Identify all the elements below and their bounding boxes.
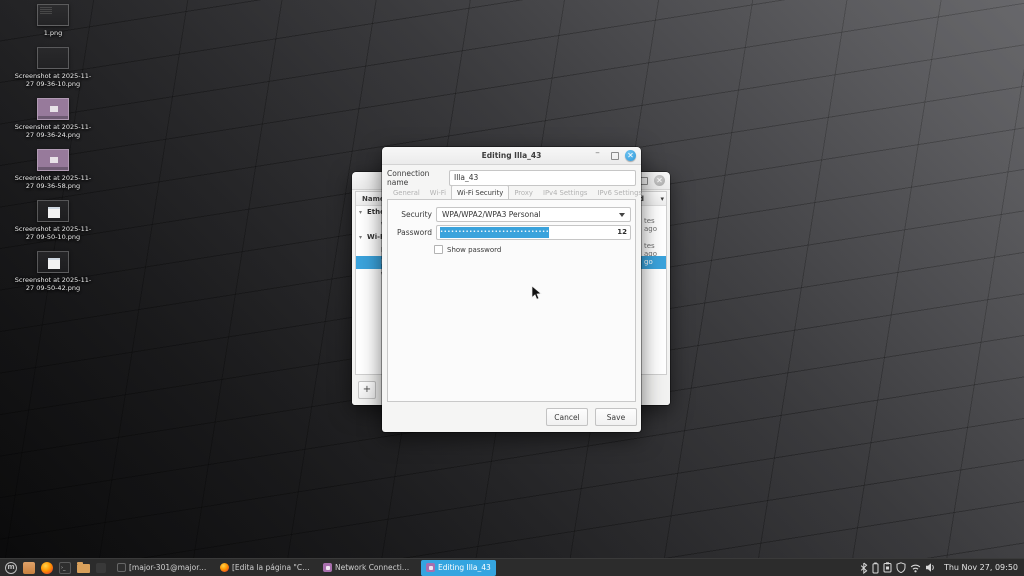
desktop-icons: 1.png Screenshot at 2025-11-27 09-36-10.p… <box>12 4 94 302</box>
show-password-checkbox[interactable] <box>434 245 443 254</box>
show-password-label: Show password <box>447 246 501 254</box>
key-icon[interactable]: 12 <box>617 228 627 236</box>
battery-icon[interactable] <box>872 562 879 574</box>
window-list: [major-301@major-... [Edita la página "Co… <box>109 560 496 576</box>
files-icon[interactable] <box>77 564 90 573</box>
shield-icon[interactable] <box>896 562 906 573</box>
file-thumbnail-icon <box>37 149 69 171</box>
file-thumbnail-icon <box>37 200 69 222</box>
desktop-icon[interactable]: 1.png <box>12 4 94 37</box>
wifi-security-panel: Security WPA/WPA2/WPA3 Personal Password… <box>387 199 636 402</box>
taskbar-window-button[interactable]: Editing Illa_43 <box>421 560 496 576</box>
desktop-icon[interactable]: Screenshot at 2025-11-27 09-36-24.png <box>12 98 94 139</box>
file-thumbnail-icon <box>37 251 69 273</box>
orange-app-icon[interactable] <box>23 562 35 574</box>
taskbar-window-button[interactable]: [major-301@major-... <box>112 560 212 576</box>
desktop-icon-label: Screenshot at 2025-11-27 09-36-58.png <box>14 174 92 190</box>
tab-ipv6-settings[interactable]: IPv6 Settings <box>592 186 647 199</box>
clock[interactable]: Thu Nov 27, 09:50 <box>944 563 1018 572</box>
package-icon[interactable] <box>883 562 892 573</box>
volume-icon[interactable] <box>925 562 936 573</box>
connection-name-label: Connection name <box>387 169 449 187</box>
taskbar-window-button[interactable]: [Edita la página "Co... <box>215 560 315 576</box>
connection-name-input[interactable] <box>449 170 636 186</box>
sort-arrow-icon: ▾ <box>660 195 664 205</box>
tab-proxy[interactable]: Proxy <box>509 186 538 199</box>
desktop-icon[interactable]: Screenshot at 2025-11-27 09-50-42.png <box>12 251 94 292</box>
network-icon <box>426 563 435 572</box>
close-icon[interactable]: ✕ <box>654 175 665 186</box>
terminal-icon <box>117 563 126 572</box>
password-input[interactable]: •••••••••••••••••••••••••••••• 12 <box>436 225 631 240</box>
file-thumbnail-icon <box>37 47 69 69</box>
expander-triangle-icon[interactable]: ▾ <box>359 209 367 216</box>
security-dropdown[interactable]: WPA/WPA2/WPA3 Personal <box>436 207 631 222</box>
desktop-icon-label: Screenshot at 2025-11-27 09-50-10.png <box>14 225 92 241</box>
security-label: Security <box>388 210 432 219</box>
desktop-icon-label: Screenshot at 2025-11-27 09-36-24.png <box>14 123 92 139</box>
tab-wi-fi[interactable]: Wi-Fi <box>425 186 451 199</box>
file-thumbnail-icon <box>37 98 69 120</box>
file-thumbnail-icon <box>37 4 69 26</box>
connection-row-last-used: go <box>644 258 653 266</box>
cancel-button[interactable]: Cancel <box>546 408 588 426</box>
desktop: { "desktop": { "icons": [ { "label": "1.… <box>0 0 1024 576</box>
taskbar-window-label: [major-301@major-... <box>129 563 207 572</box>
desktop-icon[interactable]: Screenshot at 2025-11-27 09-50-10.png <box>12 200 94 241</box>
password-label: Password <box>388 228 432 237</box>
save-button[interactable]: Save <box>595 408 637 426</box>
system-tray <box>860 562 936 574</box>
password-row: Password •••••••••••••••••••••••••••••• … <box>388 225 635 240</box>
close-icon[interactable]: ✕ <box>625 150 636 161</box>
terminal-icon[interactable]: ›_ <box>59 562 71 574</box>
expander-triangle-icon[interactable]: ▾ <box>359 234 367 241</box>
taskbar-window-label: [Edita la página "Co... <box>232 563 310 572</box>
desktop-icon-label: Screenshot at 2025-11-27 09-36-10.png <box>14 72 92 88</box>
desktop-icon-label: Screenshot at 2025-11-27 09-50-42.png <box>14 276 92 292</box>
taskbar-window-button[interactable]: Network Connections <box>318 560 418 576</box>
bluetooth-icon[interactable] <box>860 562 868 574</box>
connection-name-row: Connection name <box>387 169 636 186</box>
chevron-down-icon <box>619 213 625 217</box>
taskbar-window-label: Editing Illa_43 <box>438 563 491 572</box>
desktop-icon[interactable]: Screenshot at 2025-11-27 09-36-58.png <box>12 149 94 190</box>
desktop-icon-label: 1.png <box>44 29 63 37</box>
faded-app-icon[interactable] <box>96 563 106 573</box>
mouse-cursor <box>531 286 542 305</box>
add-connection-button[interactable]: + <box>358 381 376 399</box>
tab-ipv4-settings[interactable]: IPv4 Settings <box>538 186 593 199</box>
show-password-row: Show password <box>434 245 501 254</box>
firefox-icon <box>220 563 229 572</box>
taskbar: m ›_ [major-301@major-... [Edita la págin… <box>0 558 1024 576</box>
wifi-icon[interactable] <box>910 563 921 573</box>
tab-general[interactable]: General <box>388 186 425 199</box>
editing-dialog: Editing Illa_43 – ✕ Connection name Gene… <box>382 147 641 432</box>
security-dropdown-value: WPA/WPA2/WPA3 Personal <box>442 210 541 219</box>
maximize-icon[interactable] <box>611 152 619 160</box>
dialog-titlebar[interactable]: Editing Illa_43 – ✕ <box>382 147 641 165</box>
tab-wi-fi-security[interactable]: Wi-Fi Security <box>451 185 509 199</box>
maximize-icon[interactable] <box>640 177 648 185</box>
taskbar-window-label: Network Connections <box>335 563 413 572</box>
dialog-buttons: Cancel Save <box>546 408 637 426</box>
security-row: Security WPA/WPA2/WPA3 Personal <box>388 207 635 222</box>
network-icon <box>323 563 332 572</box>
dialog-tabs: GeneralWi-FiWi-Fi SecurityProxyIPv4 Sett… <box>388 186 635 199</box>
mint-menu-icon[interactable]: m <box>5 562 17 574</box>
password-masked-text: •••••••••••••••••••••••••••••• <box>440 227 549 238</box>
desktop-icon[interactable]: Screenshot at 2025-11-27 09-36-10.png <box>12 47 94 88</box>
minimize-icon[interactable]: – <box>592 148 603 159</box>
firefox-icon[interactable] <box>41 562 53 574</box>
